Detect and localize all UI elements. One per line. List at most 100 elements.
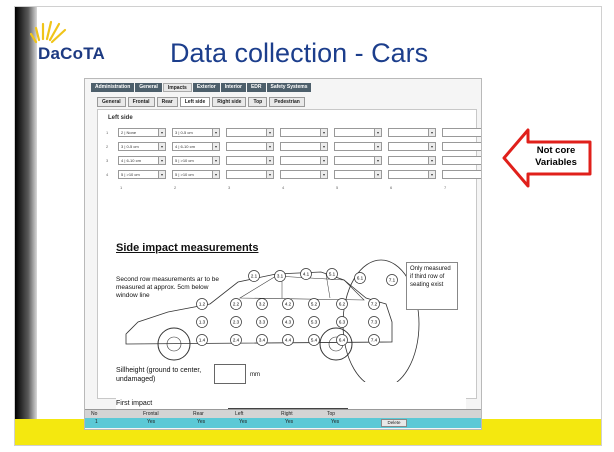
subtab-left-side[interactable]: Left side [179,97,211,107]
measurement-select[interactable]: ▾ [280,156,328,165]
chevron-down-icon[interactable]: ▾ [320,129,327,136]
measurement-select[interactable]: ▾ [280,128,328,137]
subtab-top[interactable]: Top [248,97,268,107]
chevron-down-icon[interactable]: ▾ [158,143,165,150]
measurement-point-label: 3.4 [259,338,266,343]
subtab-general[interactable]: General [97,97,126,107]
measurement-point-label: 1.4 [199,338,206,343]
delete-button[interactable]: Delete [381,419,407,427]
measurement-select[interactable]: ▾ [388,142,436,151]
measurement-select[interactable]: 5 | >10 cm ▾ [172,156,220,165]
tab-safety-systems[interactable]: Safety Systems [266,83,312,92]
select-value: 5 | >10 cm [175,158,194,163]
tab-exterior[interactable]: Exterior [192,83,220,92]
row-number: 3 [106,158,109,163]
first-impact-label: First impact [116,400,153,407]
measurement-select[interactable]: 5 | >10 cm ▾ [172,170,220,179]
chevron-down-icon[interactable]: ▾ [374,143,381,150]
tab-edr[interactable]: EDR [246,83,266,92]
column-number: 1 [120,185,123,190]
sill-height-input[interactable] [214,364,246,384]
measurement-select[interactable]: 4 | 6-10 cm ▾ [172,142,220,151]
measurement-point-label: 6.1 [357,276,364,281]
grid-cell: Yes [147,419,156,425]
chevron-down-icon[interactable]: ▾ [266,129,273,136]
impact-grid-header: No Frontal Rear Left Right Top [85,409,481,418]
left-side-panel: Left side Side impact measurements Secon… [97,109,481,412]
measurement-select[interactable]: ▾ [226,128,274,137]
measurement-select[interactable]: 3 | 0-5 cm ▾ [118,142,166,151]
chevron-down-icon[interactable]: ▾ [266,143,273,150]
chevron-down-icon[interactable]: ▾ [212,157,219,164]
measurement-select[interactable]: ▾ [226,142,274,151]
row-number: 4 [106,172,109,177]
chevron-down-icon[interactable]: ▾ [374,129,381,136]
measurement-select[interactable]: 2 | None ▾ [118,128,166,137]
tab-impacts[interactable]: Impacts [162,83,192,92]
column-number: 5 [336,185,339,190]
chevron-down-icon[interactable]: ▾ [158,157,165,164]
sun-icon [29,20,67,44]
select-value: 2 | None [121,130,137,135]
measurement-select[interactable]: ▾ [334,170,382,179]
measurement-point-label: 1.2 [199,302,206,307]
measurement-select[interactable]: ▾ [388,170,436,179]
measurement-select[interactable]: 5 | >10 cm ▾ [118,170,166,179]
subtab-pedestrian[interactable]: Pedestrian [269,97,305,107]
measurement-select[interactable]: ▾ [334,128,382,137]
measurement-point-label: 4.2 [285,302,292,307]
measurement-select[interactable]: ▾ [334,156,382,165]
subtab-right-side[interactable]: Right side [212,97,247,107]
chevron-down-icon[interactable]: ▾ [428,157,435,164]
table-row[interactable]: 1 Yes Yes Yes Yes Yes [85,418,481,428]
subtab-frontal[interactable]: Frontal [127,97,155,107]
measurement-point-label: 3.3 [259,320,266,325]
chevron-down-icon[interactable]: ▾ [158,129,165,136]
tab-general[interactable]: General [135,83,162,92]
measurement-select[interactable]: ▾ [388,128,436,137]
chevron-down-icon[interactable]: ▾ [428,129,435,136]
chevron-down-icon[interactable]: ▾ [212,171,219,178]
chevron-down-icon[interactable]: ▾ [428,143,435,150]
chevron-down-icon[interactable]: ▾ [320,157,327,164]
left-decorative-bar [15,7,37,427]
grid-cell: Yes [285,419,294,425]
measurement-select[interactable]: ▾ [442,142,481,151]
measurement-select[interactable]: 4 | 6-10 cm ▾ [118,156,166,165]
measurement-select[interactable]: ▾ [280,142,328,151]
chevron-down-icon[interactable]: ▾ [212,143,219,150]
measurement-select[interactable]: ▾ [442,156,481,165]
chevron-down-icon[interactable]: ▾ [266,157,273,164]
measurement-point-label: 4.4 [285,338,292,343]
chevron-down-icon[interactable]: ▾ [374,157,381,164]
measurement-select[interactable]: ▾ [388,156,436,165]
measurement-select[interactable]: ▾ [226,156,274,165]
chevron-down-icon[interactable]: ▾ [266,171,273,178]
measurement-point-label: 4.1 [303,272,310,277]
measurement-select[interactable]: ▾ [442,128,481,137]
measurement-select[interactable]: 3 | 0-5 cm ▾ [172,128,220,137]
measurement-point-label: 6.3 [339,320,346,325]
row-number: 1 [106,130,109,135]
chevron-down-icon[interactable]: ▾ [212,129,219,136]
chevron-down-icon[interactable]: ▾ [320,143,327,150]
measurement-point-label: 1.3 [199,320,206,325]
chevron-down-icon[interactable]: ▾ [428,171,435,178]
measurement-points: 2.1 3.1 4.1 5.1 6.1 7.1 1.2 2.2 3.2 4.2 5.2 6.2 7.2 1… [196,268,398,346]
row-number: 2 [106,144,109,149]
subtab-rear[interactable]: Rear [156,97,178,107]
tab-interior[interactable]: Interior [220,83,246,92]
chevron-down-icon[interactable]: ▾ [374,171,381,178]
chevron-down-icon[interactable]: ▾ [320,171,327,178]
measurement-select[interactable]: ▾ [226,170,274,179]
column-number: 6 [390,185,393,190]
grid-cell: Yes [197,419,206,425]
measurement-select[interactable]: ▾ [280,170,328,179]
measurement-select[interactable]: ▾ [442,170,481,179]
tab-administration[interactable]: Administration [91,83,135,92]
measurement-point-label: 6.4 [339,338,346,343]
select-value: 3 | 0-5 cm [175,130,193,135]
measurement-select[interactable]: ▾ [334,142,382,151]
chevron-down-icon[interactable]: ▾ [158,171,165,178]
measurement-point-label: 7.4 [371,338,378,343]
